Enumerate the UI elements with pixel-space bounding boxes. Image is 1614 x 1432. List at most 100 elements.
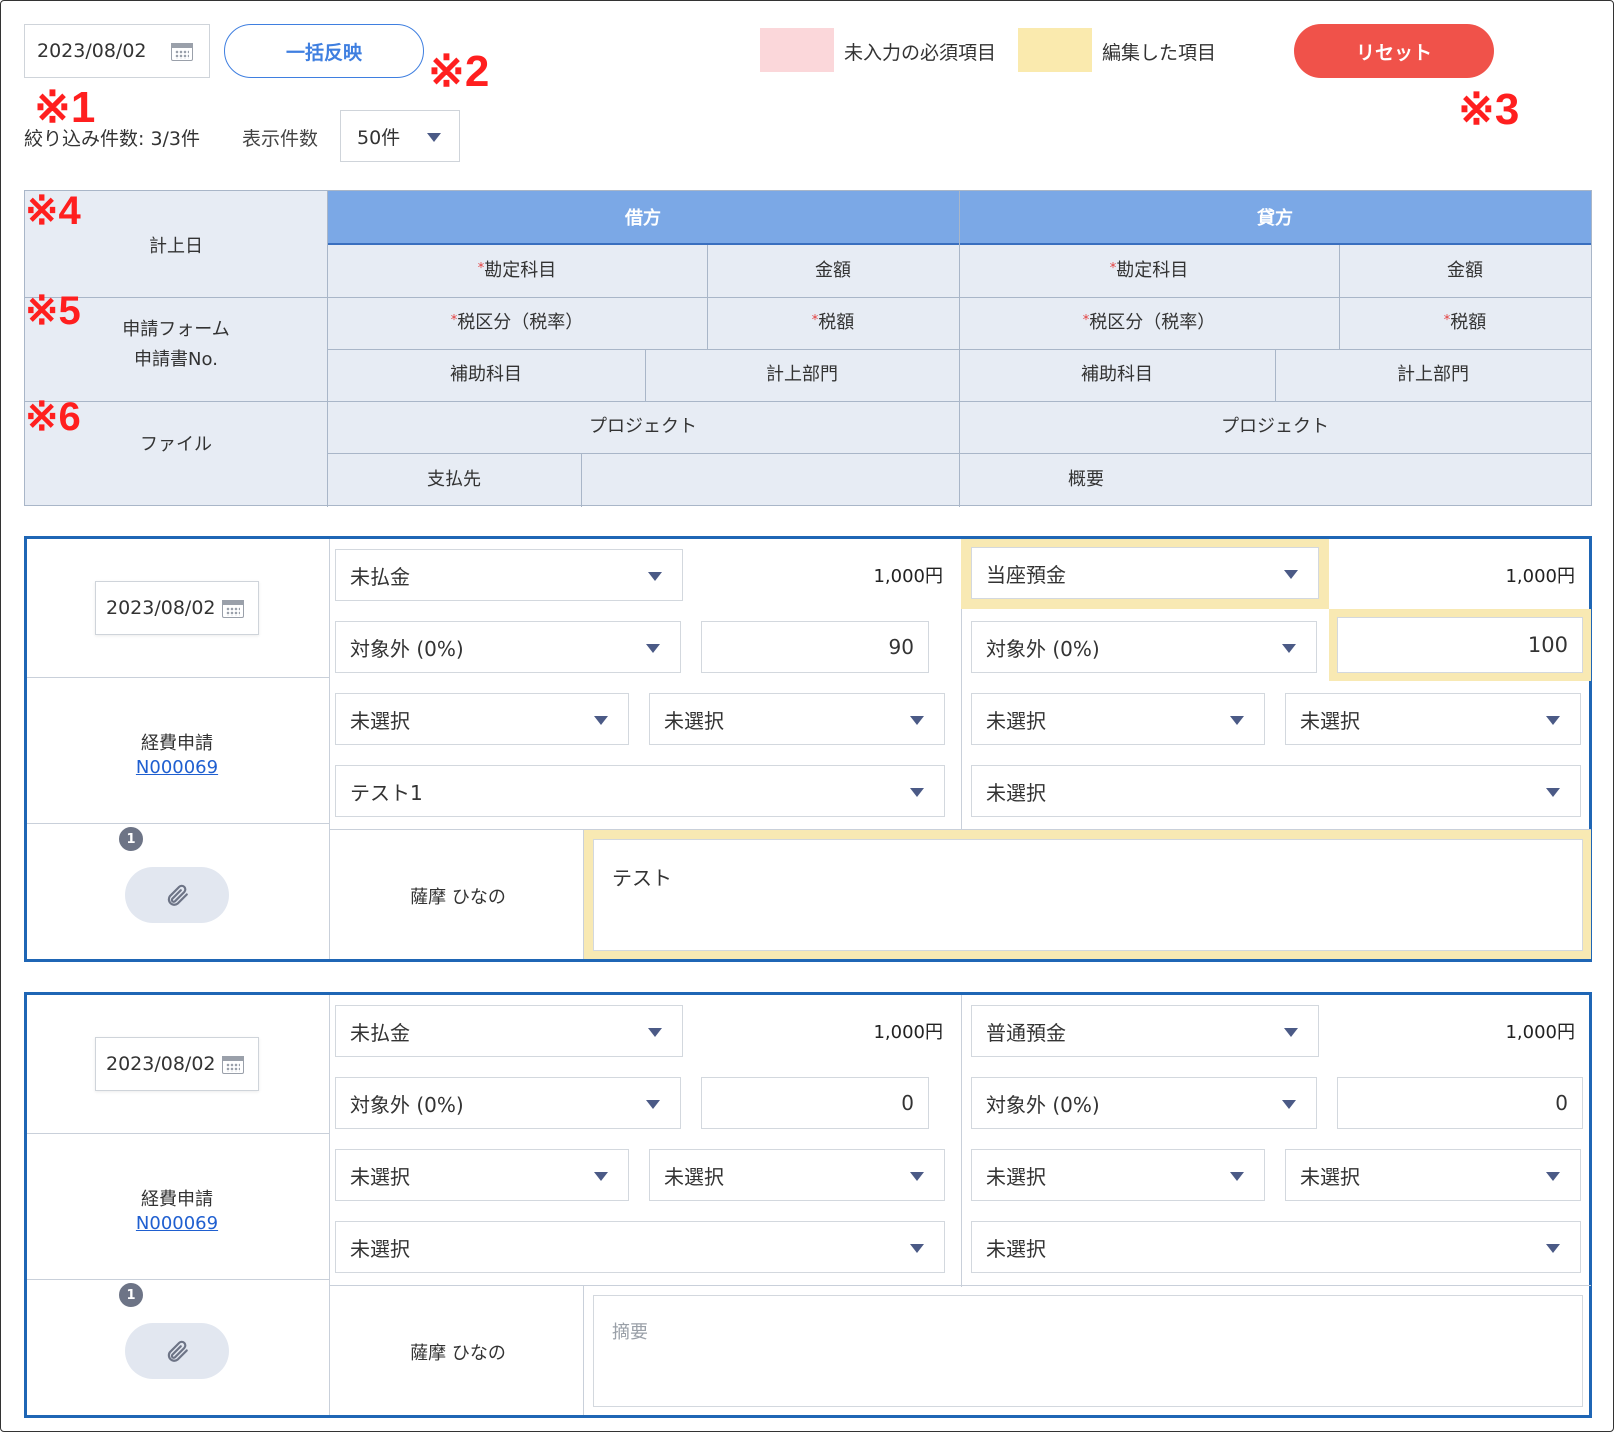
calendar-icon[interactable] bbox=[222, 598, 244, 618]
form-no-label: 申請書No. bbox=[134, 348, 218, 370]
form-number-link[interactable]: N000069 bbox=[27, 757, 327, 778]
credit-header: 貸方 bbox=[959, 191, 1591, 245]
chevron-down-icon bbox=[1282, 1100, 1296, 1109]
debit-project-select[interactable]: 未選択 bbox=[335, 1221, 945, 1273]
row-date-input[interactable]: 2023/08/02 bbox=[95, 1037, 259, 1091]
chevron-down-icon bbox=[910, 1172, 924, 1181]
form-number-link[interactable]: N000069 bbox=[27, 1213, 327, 1234]
credit-account-select[interactable]: 当座預金 bbox=[971, 547, 1319, 599]
chevron-down-icon bbox=[1230, 1172, 1244, 1181]
credit-amount: 1,000円 bbox=[1505, 566, 1575, 587]
form-label: 申請フォーム bbox=[122, 318, 230, 340]
debit-amount: 1,000円 bbox=[873, 566, 943, 587]
payee-name: 薩摩 ひなの bbox=[410, 1343, 506, 1364]
debit-tax-amount-input[interactable]: 0 bbox=[701, 1077, 929, 1129]
debit-tax-category-select[interactable]: 対象外 (0%) bbox=[335, 1077, 681, 1129]
bulk-date-value: 2023/08/02 bbox=[37, 40, 147, 62]
debit-account-select[interactable]: 未払金 bbox=[335, 549, 683, 601]
chevron-down-icon bbox=[594, 1172, 608, 1181]
debit-sub-account-select[interactable]: 未選択 bbox=[335, 1149, 629, 1201]
posting-date-label: 計上日 bbox=[149, 235, 203, 257]
credit-sub-account-select[interactable]: 未選択 bbox=[971, 1149, 1265, 1201]
paperclip-icon bbox=[167, 1340, 188, 1362]
row-date-value: 2023/08/02 bbox=[106, 1053, 216, 1075]
credit-sub-account-label: 補助科目 bbox=[1081, 363, 1153, 385]
note-2: ※2 bbox=[428, 47, 490, 96]
chevron-down-icon bbox=[646, 1100, 660, 1109]
calendar-icon[interactable] bbox=[222, 1054, 244, 1074]
summary-textarea[interactable]: テスト bbox=[593, 839, 1583, 951]
credit-tax-amount-input[interactable]: 0 bbox=[1337, 1077, 1583, 1129]
credit-tax-category-label: * 税区分（税率） bbox=[1082, 311, 1216, 333]
debit-tax-category-label: * 税区分（税率） bbox=[450, 311, 584, 333]
debit-tax-amount-input[interactable]: 90 bbox=[701, 621, 929, 673]
credit-tax-category-select[interactable]: 対象外 (0%) bbox=[971, 1077, 1317, 1129]
attachment-button[interactable] bbox=[125, 867, 229, 923]
debit-department-select[interactable]: 未選択 bbox=[649, 1149, 945, 1201]
debit-sub-account-select[interactable]: 未選択 bbox=[335, 693, 629, 745]
filter-count: 絞り込み件数: 3/3件 bbox=[24, 128, 201, 150]
debit-project-label: プロジェクト bbox=[589, 415, 697, 437]
credit-tax-amount-input[interactable]: 100 bbox=[1337, 617, 1583, 673]
debit-department-label: 計上部門 bbox=[766, 363, 838, 385]
debit-project-select[interactable]: テスト1 bbox=[335, 765, 945, 817]
chevron-down-icon bbox=[910, 788, 924, 797]
form-type: 経費申請 bbox=[141, 733, 213, 754]
chevron-down-icon bbox=[1230, 716, 1244, 725]
credit-tax-category-select[interactable]: 対象外 (0%) bbox=[971, 621, 1317, 673]
debit-header: 借方 bbox=[327, 191, 959, 245]
credit-department-label: 計上部門 bbox=[1397, 363, 1469, 385]
chevron-down-icon bbox=[1546, 1244, 1560, 1253]
attachment-button[interactable] bbox=[125, 1323, 229, 1379]
chevron-down-icon bbox=[1284, 570, 1298, 579]
journal-row: 2023/08/02 経費申請 N000069 1 未払金 1,000円 対象外… bbox=[24, 992, 1592, 1418]
debit-amount: 1,000円 bbox=[873, 1022, 943, 1043]
form-type: 経費申請 bbox=[141, 1189, 213, 1210]
chevron-down-icon bbox=[910, 1244, 924, 1253]
credit-account-select[interactable]: 普通預金 bbox=[971, 1005, 1319, 1057]
bulk-apply-button[interactable]: 一括反映 bbox=[224, 24, 424, 78]
credit-amount-label: 金額 bbox=[1447, 259, 1483, 281]
payee-name: 薩摩 ひなの bbox=[410, 887, 506, 908]
credit-project-select[interactable]: 未選択 bbox=[971, 765, 1581, 817]
summary-label: 概要 bbox=[1068, 468, 1104, 490]
chevron-down-icon bbox=[648, 1028, 662, 1037]
credit-project-label: プロジェクト bbox=[1221, 415, 1329, 437]
row-date-input[interactable]: 2023/08/02 bbox=[95, 581, 259, 635]
debit-sub-account-label: 補助科目 bbox=[450, 363, 522, 385]
debit-tax-amount-label: * 税額 bbox=[811, 311, 855, 333]
credit-sub-account-select[interactable]: 未選択 bbox=[971, 693, 1265, 745]
summary-textarea[interactable]: 摘要 bbox=[593, 1295, 1583, 1407]
chevron-down-icon bbox=[427, 133, 441, 142]
debit-account-label: * 勘定科目 bbox=[477, 259, 557, 281]
display-count-value: 50件 bbox=[357, 126, 401, 149]
journal-row: 2023/08/02 経費申請 N000069 1 未払金 1,000円 対象外… bbox=[24, 536, 1592, 962]
chevron-down-icon bbox=[1546, 716, 1560, 725]
credit-tax-amount-label: * 税額 bbox=[1443, 311, 1487, 333]
credit-department-select[interactable]: 未選択 bbox=[1285, 1149, 1581, 1201]
credit-department-select[interactable]: 未選択 bbox=[1285, 693, 1581, 745]
credit-project-select[interactable]: 未選択 bbox=[971, 1221, 1581, 1273]
chevron-down-icon bbox=[1546, 788, 1560, 797]
debit-account-select[interactable]: 未払金 bbox=[335, 1005, 683, 1057]
calendar-icon[interactable] bbox=[171, 41, 193, 61]
legend-edited-swatch bbox=[1018, 28, 1092, 72]
bulk-date-input[interactable]: 2023/08/02 bbox=[24, 24, 210, 78]
chevron-down-icon bbox=[1546, 1172, 1560, 1181]
chevron-down-icon bbox=[1282, 644, 1296, 653]
credit-account-label: * 勘定科目 bbox=[1109, 259, 1189, 281]
row-date-value: 2023/08/02 bbox=[106, 597, 216, 619]
chevron-down-icon bbox=[648, 572, 662, 581]
debit-tax-category-select[interactable]: 対象外 (0%) bbox=[335, 621, 681, 673]
journal-header: 借方 貸方 ※4 計上日 ※5 申請フォーム 申請書No. ※6 ファイル * 勘… bbox=[24, 190, 1592, 507]
display-count-label: 表示件数 bbox=[242, 128, 319, 150]
debit-department-select[interactable]: 未選択 bbox=[649, 693, 945, 745]
legend-edited-label: 編集した項目 bbox=[1102, 42, 1217, 64]
attachment-count-badge: 1 bbox=[117, 825, 145, 853]
reset-button[interactable]: リセット bbox=[1294, 24, 1494, 78]
legend-required-swatch bbox=[760, 28, 834, 72]
file-label: ファイル bbox=[140, 433, 212, 455]
chevron-down-icon bbox=[594, 716, 608, 725]
display-count-select[interactable]: 50件 bbox=[340, 110, 460, 162]
chevron-down-icon bbox=[646, 644, 660, 653]
